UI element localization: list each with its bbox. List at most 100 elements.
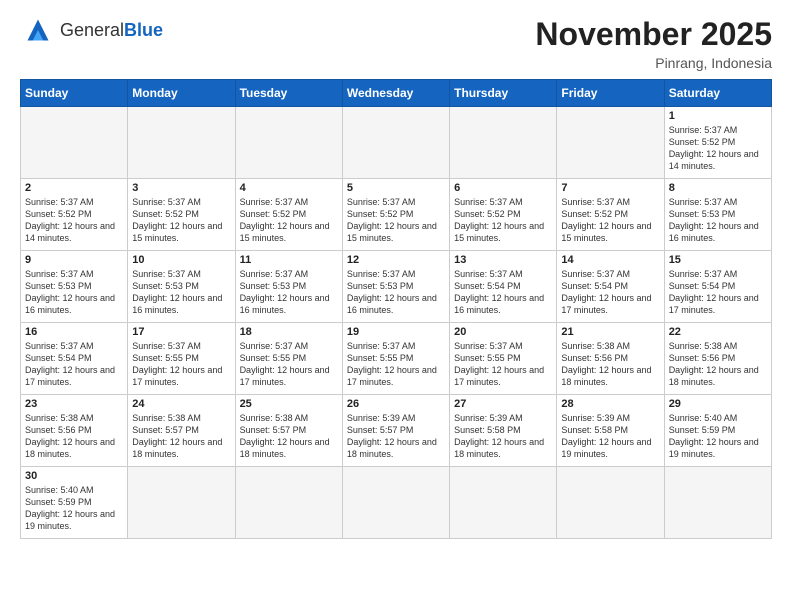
day-info: Sunrise: 5:37 AMSunset: 5:52 PMDaylight:… [454,196,552,245]
title-block: November 2025 Pinrang, Indonesia [535,16,772,71]
header-saturday: Saturday [664,80,771,107]
calendar-day: 16 Sunrise: 5:37 AMSunset: 5:54 PMDayligh… [21,323,128,395]
calendar-table: Sunday Monday Tuesday Wednesday Thursday… [20,79,772,539]
day-number: 19 [347,326,445,338]
calendar-day: 21 Sunrise: 5:38 AMSunset: 5:56 PMDayligh… [557,323,664,395]
calendar-day: 2Sunrise: 5:37 AMSunset: 5:52 PMDaylight… [21,179,128,251]
calendar-day [128,467,235,539]
calendar-day [235,467,342,539]
calendar-day [342,467,449,539]
calendar-day: 9 Sunrise: 5:37 AMSunset: 5:53 PMDaylight… [21,251,128,323]
day-info: Sunrise: 5:37 AMSunset: 5:52 PMDaylight:… [132,196,230,245]
day-info: Sunrise: 5:37 AMSunset: 5:54 PMDaylight:… [454,268,552,317]
day-number: 18 [240,326,338,338]
day-info: Sunrise: 5:37 AMSunset: 5:53 PMDaylight:… [240,268,338,317]
day-number: 16 [25,326,123,338]
calendar-week-row-3: 9 Sunrise: 5:37 AMSunset: 5:53 PMDaylight… [21,251,772,323]
day-number: 6 [454,182,552,194]
day-number: 29 [669,398,767,410]
calendar-day: 4 Sunrise: 5:37 AMSunset: 5:52 PMDaylight… [235,179,342,251]
day-info: Sunrise: 5:38 AMSunset: 5:56 PMDaylight:… [25,412,123,461]
day-info: Sunrise: 5:37 AMSunset: 5:55 PMDaylight:… [240,340,338,389]
calendar-day: 22 Sunrise: 5:38 AMSunset: 5:56 PMDayligh… [664,323,771,395]
day-info: Sunrise: 5:37 AMSunset: 5:55 PMDaylight:… [454,340,552,389]
day-number: 26 [347,398,445,410]
day-info: Sunrise: 5:37 AMSunset: 5:53 PMDaylight:… [25,268,123,317]
calendar-day: 10 Sunrise: 5:37 AMSunset: 5:53 PMDayligh… [128,251,235,323]
header-friday: Friday [557,80,664,107]
calendar-day: 6 Sunrise: 5:37 AMSunset: 5:52 PMDaylight… [450,179,557,251]
day-number: 22 [669,326,767,338]
day-info: Sunrise: 5:40 AMSunset: 5:59 PMDaylight:… [25,484,123,533]
calendar-day: 26 Sunrise: 5:39 AMSunset: 5:57 PMDayligh… [342,395,449,467]
day-info: Sunrise: 5:37 AMSunset: 5:53 PMDaylight:… [132,268,230,317]
day-info: Sunrise: 5:38 AMSunset: 5:57 PMDaylight:… [132,412,230,461]
day-info: Sunrise: 5:38 AMSunset: 5:56 PMDaylight:… [669,340,767,389]
day-info: Sunrise: 5:37 AMSunset: 5:52 PMDaylight:… [669,124,767,173]
calendar-day: 18 Sunrise: 5:37 AMSunset: 5:55 PMDayligh… [235,323,342,395]
day-number: 4 [240,182,338,194]
calendar-day [450,467,557,539]
header-thursday: Thursday [450,80,557,107]
logo-general: GeneralBlue [60,20,163,41]
calendar-day: 3 Sunrise: 5:37 AMSunset: 5:52 PMDaylight… [128,179,235,251]
day-number: 21 [561,326,659,338]
day-info: Sunrise: 5:39 AMSunset: 5:58 PMDaylight:… [454,412,552,461]
day-number: 24 [132,398,230,410]
day-number: 27 [454,398,552,410]
day-number: 28 [561,398,659,410]
header-monday: Monday [128,80,235,107]
day-number: 9 [25,254,123,266]
day-info: Sunrise: 5:38 AMSunset: 5:56 PMDaylight:… [561,340,659,389]
logo-icon [20,16,56,44]
day-info: Sunrise: 5:37 AMSunset: 5:55 PMDaylight:… [132,340,230,389]
month-title: November 2025 [535,16,772,53]
day-number: 10 [132,254,230,266]
day-info: Sunrise: 5:37 AMSunset: 5:52 PMDaylight:… [561,196,659,245]
day-number: 20 [454,326,552,338]
calendar-day: 27 Sunrise: 5:39 AMSunset: 5:58 PMDayligh… [450,395,557,467]
calendar-day [21,107,128,179]
day-number: 11 [240,254,338,266]
day-number: 14 [561,254,659,266]
day-number: 1 [669,110,767,122]
day-info: Sunrise: 5:38 AMSunset: 5:57 PMDaylight:… [240,412,338,461]
calendar-day: 20 Sunrise: 5:37 AMSunset: 5:55 PMDayligh… [450,323,557,395]
day-number: 13 [454,254,552,266]
day-number: 15 [669,254,767,266]
header-sunday: Sunday [21,80,128,107]
day-info: Sunrise: 5:37 AMSunset: 5:54 PMDaylight:… [669,268,767,317]
calendar-day: 1 Sunrise: 5:37 AMSunset: 5:52 PMDaylight… [664,107,771,179]
day-info: Sunrise: 5:37 AMSunset: 5:52 PMDaylight:… [240,196,338,245]
day-number: 2 [25,182,123,194]
header-wednesday: Wednesday [342,80,449,107]
calendar-day: 25Sunrise: 5:38 AMSunset: 5:57 PMDayligh… [235,395,342,467]
calendar-day: 11 Sunrise: 5:37 AMSunset: 5:53 PMDayligh… [235,251,342,323]
calendar-day: 30Sunrise: 5:40 AMSunset: 5:59 PMDayligh… [21,467,128,539]
calendar-week-row-2: 2 Sunrise: 5:37 AMSunset: 5:52 PMDaylight… [21,179,772,251]
calendar-day [557,467,664,539]
calendar-day: 23 Sunrise: 5:38 AMSunset: 5:56 PMDayligh… [21,395,128,467]
day-info: Sunrise: 5:37 AMSunset: 5:54 PMDaylight:… [25,340,123,389]
calendar-week-row-5: 23 Sunrise: 5:38 AMSunset: 5:56 PMDayligh… [21,395,772,467]
calendar-day [342,107,449,179]
calendar-day [664,467,771,539]
calendar-week-row-6: 30Sunrise: 5:40 AMSunset: 5:59 PMDayligh… [21,467,772,539]
calendar-day: 7Sunrise: 5:37 AMSunset: 5:52 PMDaylight… [557,179,664,251]
day-number: 23 [25,398,123,410]
calendar-day [235,107,342,179]
day-info: Sunrise: 5:39 AMSunset: 5:57 PMDaylight:… [347,412,445,461]
logo: GeneralBlue [20,16,163,44]
weekday-header-row: Sunday Monday Tuesday Wednesday Thursday… [21,80,772,107]
day-number: 3 [132,182,230,194]
day-number: 12 [347,254,445,266]
day-info: Sunrise: 5:39 AMSunset: 5:58 PMDaylight:… [561,412,659,461]
calendar-day: 8Sunrise: 5:37 AMSunset: 5:53 PMDaylight… [664,179,771,251]
calendar-day: 12Sunrise: 5:37 AMSunset: 5:53 PMDayligh… [342,251,449,323]
calendar-day [557,107,664,179]
calendar-day: 15 Sunrise: 5:37 AMSunset: 5:54 PMDayligh… [664,251,771,323]
day-number: 5 [347,182,445,194]
calendar-day [128,107,235,179]
calendar-day: 19Sunrise: 5:37 AMSunset: 5:55 PMDayligh… [342,323,449,395]
calendar-day: 29Sunrise: 5:40 AMSunset: 5:59 PMDayligh… [664,395,771,467]
